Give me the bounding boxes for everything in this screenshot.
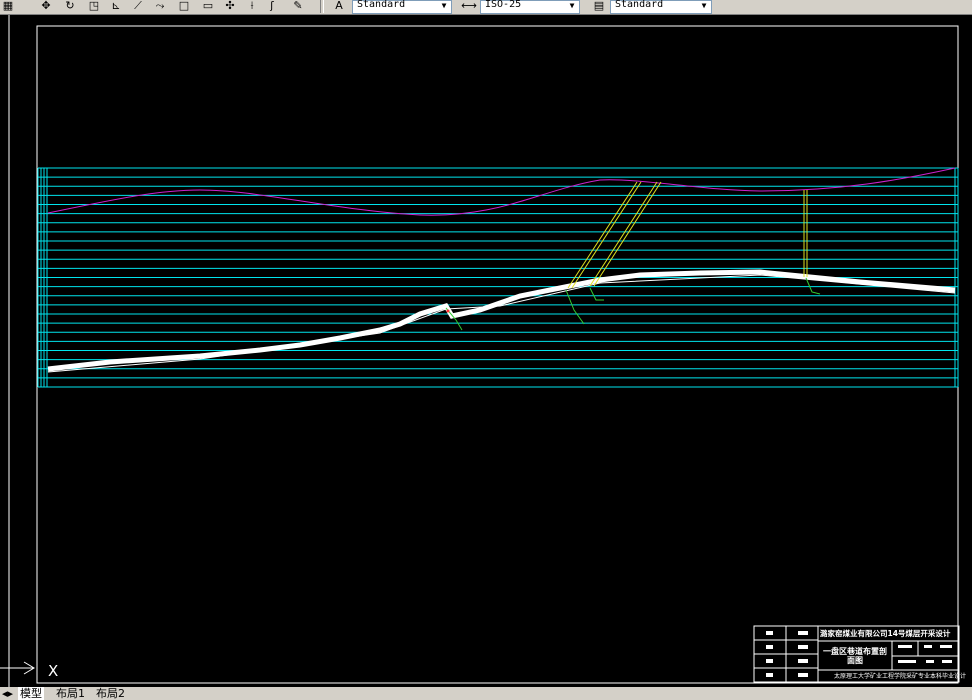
move-icon[interactable]: ✣: [222, 0, 238, 13]
title-block-note: 太原理工大学矿业工程学院采矿专业本科毕业设计: [834, 673, 967, 680]
inclined-shaft-line: [571, 181, 642, 289]
roadway-marker: [565, 289, 585, 325]
drawing-frame: [36, 25, 959, 684]
table-style-value: Standard: [615, 0, 664, 10]
rectangle-icon[interactable]: □: [176, 0, 192, 13]
fault-point: [446, 309, 450, 313]
line-icon[interactable]: ⟋: [130, 0, 146, 13]
inclined-shaft-line: [589, 181, 658, 287]
grid-icon[interactable]: ▦: [0, 0, 16, 13]
text-style-select[interactable]: Standard ▼: [352, 0, 452, 14]
dim-style-icon[interactable]: ⟷: [460, 0, 478, 13]
tab-layout2[interactable]: 布局2: [96, 687, 125, 700]
toolbar-separator: [320, 0, 324, 13]
title-block-company: 潞家窑煤业有限公司14号煤层开采设计: [820, 629, 951, 638]
measure-icon[interactable]: ⊾: [108, 0, 124, 13]
terrain-surface-line: [47, 167, 956, 216]
standard-toolbar: ▦ ✥ ↻ ◳ ⊾ ⟋ ⤳ □ ▭ ✣ ⟊ ʃ ✎ A Standard ▼ ⟷…: [0, 0, 972, 15]
trim-icon[interactable]: ⟊: [244, 0, 260, 13]
chevron-down-icon[interactable]: ▼: [565, 1, 579, 13]
polyline-icon[interactable]: ⤳: [152, 0, 168, 13]
title-block-drawing-name: 一盘区巷道布置剖面图: [823, 647, 887, 665]
dim-style-value: ISO-25: [485, 0, 522, 10]
table-style-select[interactable]: Standard ▼: [610, 0, 712, 14]
brush-icon[interactable]: ✎: [290, 0, 306, 13]
layout-tab-bar: ◂▸ 模型 布局1 布局2: [0, 687, 972, 700]
title-block-text: 潞家窑煤业有限公司14号煤层开采设计 一盘区巷道布置剖面图 太原理工大学矿业工程…: [754, 626, 966, 682]
ucs-x-label: X: [48, 662, 58, 680]
pen-icon[interactable]: ʃ: [264, 0, 280, 13]
inclined-shaft-line: [593, 181, 662, 287]
tab-model[interactable]: 模型: [18, 687, 44, 700]
zoom-window-icon[interactable]: ◳: [86, 0, 102, 13]
roadway-marker: [589, 287, 604, 301]
text-style-value: Standard: [357, 0, 406, 10]
chevron-down-icon[interactable]: ▼: [437, 1, 451, 13]
square-icon[interactable]: ▭: [200, 0, 216, 13]
table-style-icon[interactable]: ▤: [590, 0, 608, 13]
tab-nav-arrows[interactable]: ◂▸: [2, 687, 13, 700]
tab-layout1[interactable]: 布局1: [56, 687, 85, 700]
dim-style-select[interactable]: ISO-25 ▼: [480, 0, 580, 14]
text-style-icon[interactable]: A: [330, 0, 348, 13]
rotate-icon[interactable]: ↻: [62, 0, 78, 13]
drawing-canvas[interactable]: X: [0, 15, 972, 687]
pan-icon[interactable]: ✥: [38, 0, 54, 13]
chevron-down-icon[interactable]: ▼: [697, 1, 711, 13]
